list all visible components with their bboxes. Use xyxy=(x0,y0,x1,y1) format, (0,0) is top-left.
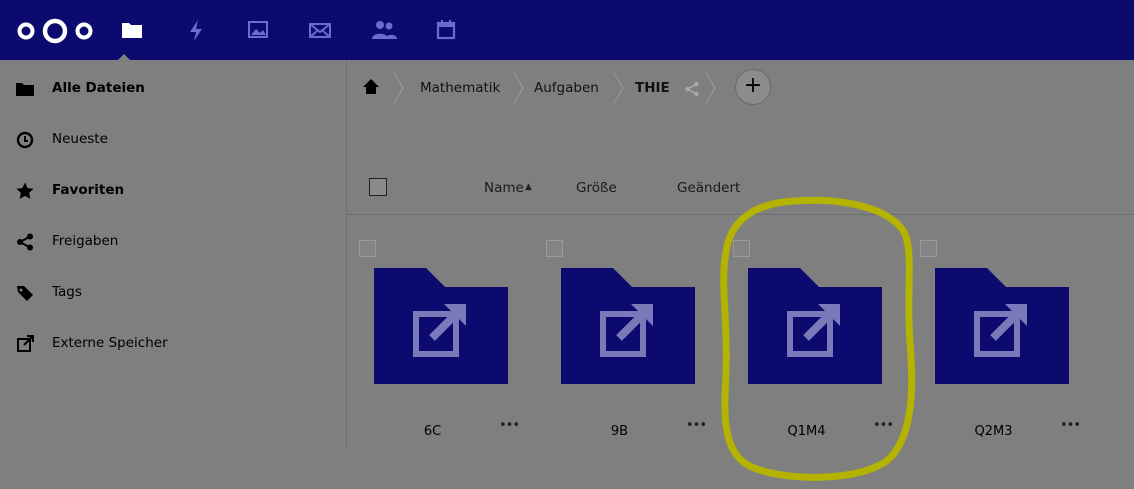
sidebar-item-tags[interactable]: Tags xyxy=(0,268,346,318)
breadcrumb: Mathematik Aufgaben THIE + xyxy=(347,60,1134,116)
breadcrumb-separator-icon xyxy=(393,72,404,104)
share-icon xyxy=(17,233,33,251)
breadcrumb-separator-icon xyxy=(613,72,624,104)
sidebar-item-shares[interactable]: Freigaben xyxy=(0,217,346,267)
breadcrumb-item-aufgaben[interactable]: Aufgaben xyxy=(534,80,599,96)
activity-icon[interactable] xyxy=(180,14,212,46)
file-name[interactable]: 9B xyxy=(526,424,713,439)
sidebar-item-recent[interactable]: Neueste xyxy=(0,115,346,165)
mail-icon[interactable] xyxy=(304,14,336,46)
sidebar-item-label: Freigaben xyxy=(52,233,119,249)
shared-folder-icon xyxy=(561,268,695,384)
breadcrumb-separator-icon xyxy=(513,72,524,104)
header-divider xyxy=(347,214,1134,215)
new-file-button[interactable]: + xyxy=(735,69,771,105)
add-icon: + xyxy=(743,73,763,98)
breadcrumb-item-current[interactable]: THIE xyxy=(635,80,670,96)
calendar-icon[interactable] xyxy=(430,14,462,46)
column-header-name[interactable]: Name xyxy=(484,180,524,196)
column-header-size[interactable]: Größe xyxy=(576,180,617,196)
gallery-icon[interactable] xyxy=(242,14,274,46)
more-actions-icon[interactable]: ••• xyxy=(873,418,894,433)
column-header-modified[interactable]: Geändert xyxy=(677,180,740,196)
home-icon[interactable] xyxy=(362,78,380,96)
file-list-header: Name ▲ Größe Geändert xyxy=(347,160,1134,215)
star-icon xyxy=(16,182,34,199)
breadcrumb-separator-icon xyxy=(705,72,716,104)
file-name[interactable]: 6C xyxy=(339,424,526,439)
tag-icon xyxy=(17,286,33,301)
files-icon[interactable] xyxy=(116,14,148,46)
more-actions-icon[interactable]: ••• xyxy=(499,418,520,433)
file-checkbox[interactable] xyxy=(359,240,376,257)
sidebar-item-label: Tags xyxy=(52,284,82,300)
shared-folder-icon xyxy=(748,268,882,384)
breadcrumb-item-mathematik[interactable]: Mathematik xyxy=(420,80,500,96)
more-actions-icon[interactable]: ••• xyxy=(686,418,707,433)
share-icon[interactable] xyxy=(684,81,700,97)
file-tile[interactable]: 6C ••• xyxy=(347,238,534,458)
file-checkbox[interactable] xyxy=(733,240,750,257)
file-name[interactable]: Q1M4 xyxy=(713,424,900,439)
external-link-icon xyxy=(17,335,34,352)
sidebar-item-label: Neueste xyxy=(52,131,108,147)
sidebar-item-all-files[interactable]: Alle Dateien xyxy=(0,64,346,114)
sidebar-item-label: Externe Speicher xyxy=(52,335,168,351)
sort-ascending-icon: ▲ xyxy=(525,182,532,192)
logo-icon[interactable] xyxy=(14,14,100,46)
select-all-checkbox[interactable] xyxy=(369,178,387,196)
file-tile[interactable]: Q2M3 ••• xyxy=(908,238,1095,458)
shared-folder-icon xyxy=(374,268,508,384)
file-checkbox[interactable] xyxy=(546,240,563,257)
contacts-icon[interactable] xyxy=(368,14,400,46)
folder-icon xyxy=(16,83,34,96)
sidebar-item-label: Alle Dateien xyxy=(52,80,145,96)
file-name[interactable]: Q2M3 xyxy=(900,424,1087,439)
sidebar-item-external-storage[interactable]: Externe Speicher xyxy=(0,319,346,369)
top-navigation-bar xyxy=(0,0,1134,60)
file-tile[interactable]: Q1M4 ••• xyxy=(721,238,908,458)
sidebar: Alle Dateien Neueste Favoriten Freigaben… xyxy=(0,60,346,489)
sidebar-item-favorites[interactable]: Favoriten xyxy=(0,166,346,216)
file-checkbox[interactable] xyxy=(920,240,937,257)
more-actions-icon[interactable]: ••• xyxy=(1060,418,1081,433)
shared-folder-icon xyxy=(935,268,1069,384)
clock-icon xyxy=(16,131,34,149)
file-tile[interactable]: 9B ••• xyxy=(534,238,721,458)
sidebar-item-label: Favoriten xyxy=(52,182,125,198)
